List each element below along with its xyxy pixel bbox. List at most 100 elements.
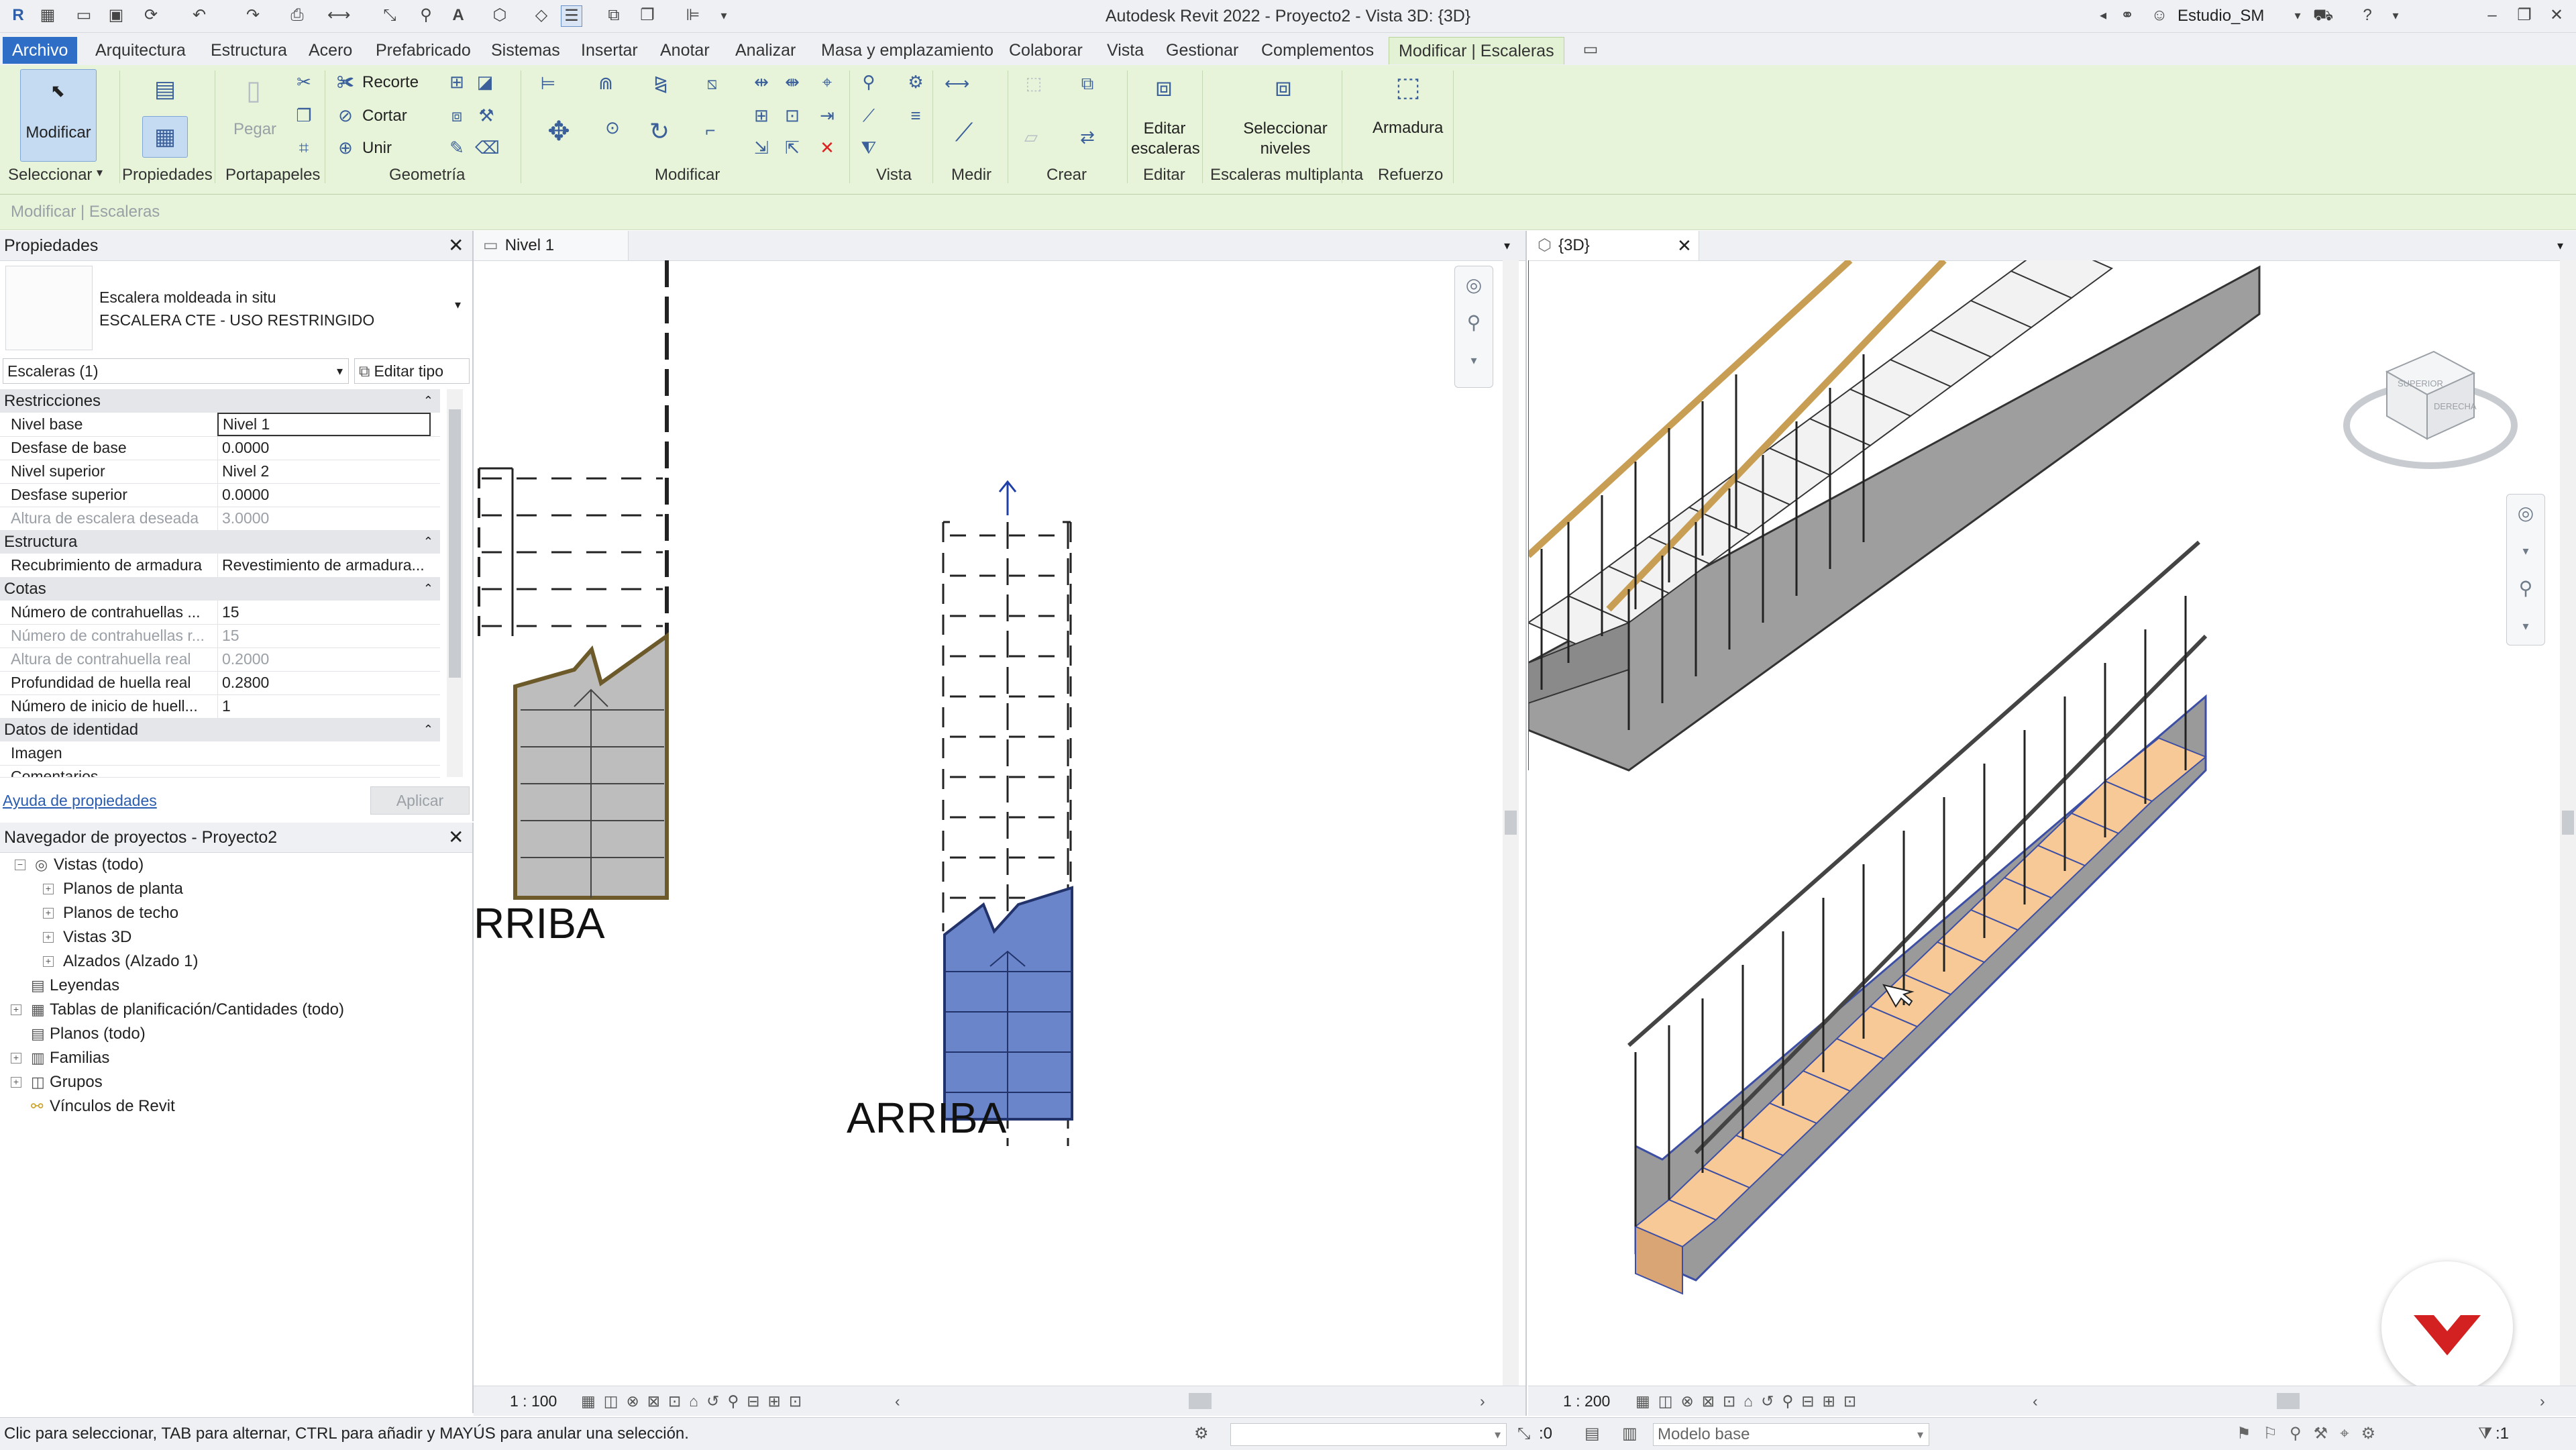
tab-colaborar[interactable]: Colaborar [1000, 37, 1092, 64]
type-selector-dropdown-icon[interactable]: ▾ [455, 298, 461, 312]
linework-view-icon[interactable]: ⟋ [857, 104, 880, 127]
main-model-icon[interactable]: ▥ [1622, 1418, 1638, 1450]
tree-item-grupos[interactable]: + ◫ Grupos [11, 1071, 103, 1094]
scale-icon[interactable]: ⊡ [781, 104, 804, 127]
join-icon[interactable]: ⊕ [334, 136, 357, 159]
type-family-name[interactable]: Escalera moldeada in situ [99, 289, 276, 307]
section-estructura[interactable]: Estructura ⌃ [0, 530, 440, 554]
align-tool-icon[interactable]: ⊨ [537, 72, 559, 95]
rotate-icon[interactable]: ↻ [648, 119, 671, 144]
zoom-icon[interactable]: ⚲ [2507, 570, 2544, 607]
scroll-thumb[interactable] [1505, 811, 1517, 835]
edit-stairs-button[interactable]: Editar escaleras [1131, 119, 1200, 159]
section-restricciones[interactable]: Restricciones ⌃ [0, 389, 440, 413]
rebar-icon[interactable]: ⬚ [1391, 70, 1425, 104]
create-group-icon[interactable]: ▱ [1020, 125, 1042, 148]
scroll-thumb[interactable] [2562, 811, 2574, 835]
editable-only-icon[interactable]: ⤡ [1517, 1418, 1530, 1450]
recorte-label[interactable]: Recorte [362, 73, 419, 92]
chevron-left-icon[interactable]: ◂ [2093, 5, 2113, 25]
split-face-icon[interactable]: ◪ [474, 70, 496, 93]
split-icon[interactable]: ⇹ [750, 70, 773, 93]
plan-view-window[interactable]: ▭ Nivel 1 ▾ RRIBA ARRIBA ◎ ⚲ ▾ 1: 100 ▦… [474, 231, 1527, 1416]
delete-icon[interactable]: ✕ [816, 136, 839, 159]
nav-more-icon[interactable]: ▾ [1455, 342, 1493, 379]
mirror-axis-icon[interactable]: ⧎ [649, 72, 672, 95]
tab-anotar[interactable]: Anotar [651, 37, 719, 64]
design-options-icon[interactable]: ▤ [1585, 1418, 1600, 1450]
aligned-dimension-icon[interactable]: ⟋ [953, 120, 975, 146]
instance-filter-select[interactable]: Escaleras (1) ▾ [3, 358, 349, 384]
tab-estructura[interactable]: Estructura [201, 37, 297, 64]
view-control-icons[interactable]: ▦◫⊗⊠⊡⌂↺⚲⊟⊞⊡ [581, 1386, 810, 1416]
user-dropdown-icon[interactable]: ▾ [2288, 5, 2308, 25]
create-similar-icon[interactable]: ⇄ [1076, 125, 1099, 148]
tab-complementos[interactable]: Complementos [1252, 37, 1383, 64]
seleccionar-dropdown-icon[interactable]: ▾ [97, 166, 103, 180]
view-lines-icon[interactable]: ≡ [904, 104, 927, 127]
expand-icon[interactable]: + [43, 908, 54, 919]
override-graphics-icon[interactable]: ⚙ [904, 70, 927, 93]
extend-icon[interactable]: ⇥ [816, 104, 839, 127]
steering-wheel-icon[interactable]: ◎ [1455, 266, 1493, 304]
cut-geometry-icon[interactable]: ⊘ [334, 104, 357, 127]
cortar-label[interactable]: Cortar [362, 107, 407, 125]
tab-vista[interactable]: Vista [1097, 37, 1153, 64]
tab-insertar[interactable]: Insertar [572, 37, 647, 64]
panel-label-seleccionar[interactable]: Seleccionar [8, 166, 92, 185]
section-cotas[interactable]: Cotas ⌃ [0, 577, 440, 601]
steering-wheel-icon[interactable]: ◎ [2507, 495, 2544, 532]
properties-close-icon[interactable]: ✕ [448, 231, 464, 260]
armadura-button[interactable]: Armadura [1373, 119, 1443, 138]
unir-label[interactable]: Unir [362, 139, 392, 158]
workset-select[interactable]: ▾ [1230, 1423, 1507, 1446]
tab-modificar-escaleras[interactable]: Modificar | Escaleras [1389, 37, 1564, 64]
tree-item-vistas-3d[interactable]: + Vistas 3D [43, 926, 131, 949]
move-icon[interactable]: ✥ [547, 118, 570, 145]
zoom-icon[interactable]: ⚲ [1455, 304, 1493, 342]
help-icon[interactable]: ? [2357, 5, 2377, 25]
paste-icon[interactable]: ▯ [236, 72, 271, 109]
tree-item-vistas[interactable]: − ◎ Vistas (todo) [15, 853, 144, 876]
prop-value[interactable]: Revestimiento de armadura... [217, 554, 437, 577]
tab-list-dropdown-icon[interactable]: ▾ [1504, 231, 1510, 260]
horizontal-scroll-thumb[interactable] [2277, 1393, 2300, 1409]
pin-icon[interactable]: ⇲ [750, 136, 773, 159]
collapse-icon[interactable]: ⌃ [423, 718, 433, 741]
3d-scale[interactable]: 1 : 200 [1563, 1386, 1610, 1416]
scroll-thumb[interactable] [449, 409, 461, 678]
3d-view-window[interactable]: ⬡ {3D} ✕ ▾ SUPERIOR DERECHA ◎ ▾ ⚲ ▾ 1: … [1528, 231, 2576, 1416]
tab-prefabricado[interactable]: Prefabricado [366, 37, 480, 64]
tab-acero[interactable]: Acero [299, 37, 362, 64]
split-gap-icon[interactable]: ⇼ [781, 70, 804, 93]
match-properties-icon[interactable]: ⌗ [292, 136, 315, 159]
paste-label[interactable]: Pegar [233, 120, 276, 139]
prop-value[interactable]: Nivel 2 [217, 460, 437, 483]
tab-sistemas[interactable]: Sistemas [482, 37, 570, 64]
prop-row-desfase-superior[interactable]: Desfase superior 0.0000 [0, 483, 440, 507]
mirror-draw-icon[interactable]: ⧅ [700, 72, 723, 95]
tree-item-familias[interactable]: + ▥ Familias [11, 1047, 109, 1070]
plan-vertical-scrollbar[interactable] [1503, 260, 1519, 1388]
copy-icon[interactable]: ❐ [292, 104, 315, 127]
prop-row-desfase-base[interactable]: Desfase de base 0.0000 [0, 436, 440, 460]
prop-value[interactable]: 0.0000 [217, 436, 437, 460]
tab-list-dropdown-icon[interactable]: ▾ [2557, 231, 2563, 260]
trim-icon[interactable]: ⌐ [699, 119, 722, 142]
prop-row-nivel-base[interactable]: Nivel base Nivel 1 [0, 413, 440, 437]
help-dropdown-icon[interactable]: ▾ [2385, 5, 2406, 25]
cope-icon[interactable]: ✀ [334, 70, 357, 93]
horizontal-scroll-thumb[interactable] [1189, 1393, 1212, 1409]
plan-scale[interactable]: 1 : 100 [510, 1386, 557, 1416]
user-name[interactable]: Estudio_SM [2178, 0, 2264, 32]
filter-icon[interactable]: ⧩ [2478, 1418, 2492, 1450]
prop-row-nivel-superior[interactable]: Nivel superior Nivel 2 [0, 460, 440, 484]
scroll-right-icon[interactable]: › [1480, 1386, 1485, 1416]
copy-element-icon[interactable]: ⊙ [601, 116, 624, 139]
collapse-icon[interactable]: ⌃ [423, 530, 433, 554]
hide-icon[interactable]: ⚲ [857, 70, 880, 93]
tab-analizar[interactable]: Analizar [726, 37, 805, 64]
browser-close-icon[interactable]: ✕ [448, 823, 464, 852]
linework-icon[interactable]: ✎ [445, 136, 468, 159]
cart-icon[interactable]: ⛟ [2313, 5, 2333, 25]
